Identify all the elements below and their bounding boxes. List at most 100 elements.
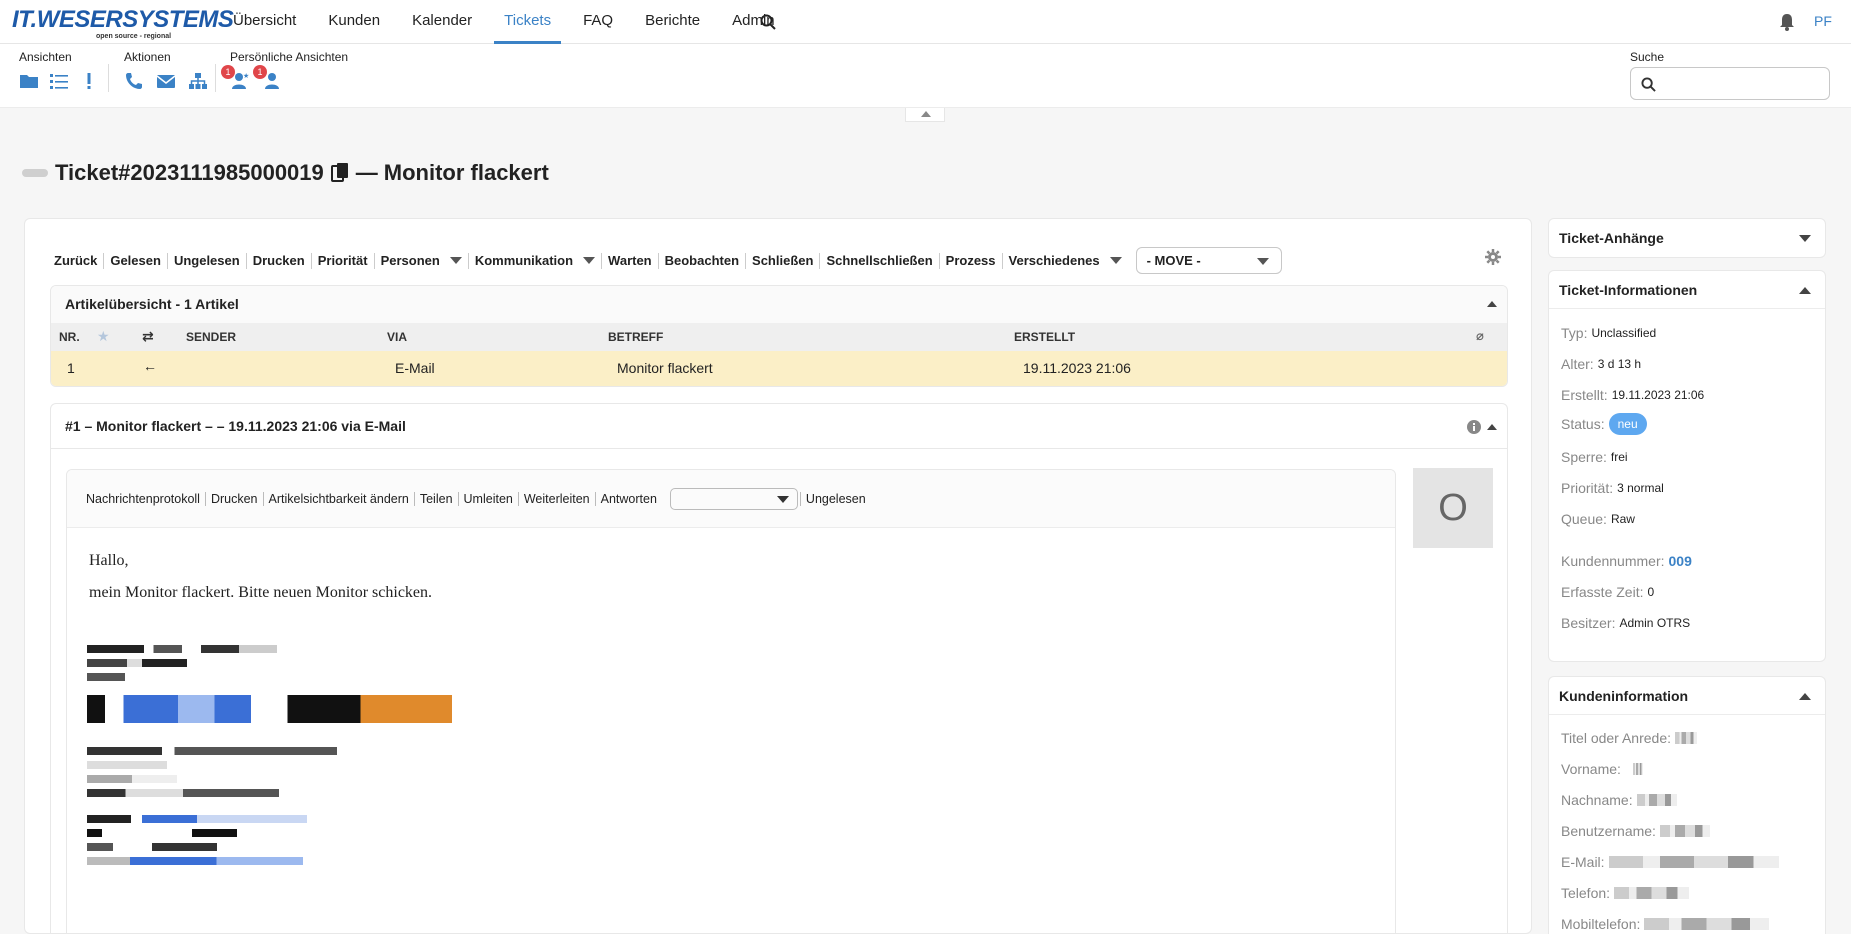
article-action-antworten[interactable]: Antworten bbox=[596, 492, 662, 506]
bell-icon[interactable] bbox=[1779, 13, 1795, 31]
info-label: Erstellt: bbox=[1561, 387, 1608, 403]
action-prioritaet[interactable]: Priorität bbox=[312, 252, 375, 269]
chevron-up-icon[interactable] bbox=[1487, 424, 1497, 430]
ticket-attachments-header[interactable]: Ticket-Anhänge bbox=[1549, 219, 1825, 257]
customer-firstname: Vorname: bbox=[1561, 761, 1643, 777]
user-icon[interactable]: 1 bbox=[253, 65, 282, 90]
article-action-weiterleiten[interactable]: Weiterleiten bbox=[519, 491, 596, 506]
chevron-down-icon bbox=[1109, 257, 1122, 264]
column-sender[interactable]: SENDER bbox=[186, 330, 236, 344]
row-created: 19.11.2023 21:06 bbox=[1023, 360, 1131, 376]
action-ungelesen[interactable]: Ungelesen bbox=[168, 252, 247, 269]
action-beobachten[interactable]: Beobachten bbox=[659, 252, 747, 269]
phone-icon[interactable] bbox=[124, 72, 144, 90]
action-drucken[interactable]: Drucken bbox=[247, 252, 312, 269]
info-value: 3 d 13 h bbox=[1597, 357, 1642, 371]
info-icon[interactable] bbox=[1467, 420, 1481, 434]
list-icon[interactable] bbox=[49, 72, 69, 90]
ticket-information-header[interactable]: Ticket-Informationen bbox=[1549, 271, 1825, 309]
article-action-protokoll[interactable]: Nachrichtenprotokoll bbox=[86, 491, 206, 506]
nav-item-uebersicht[interactable]: Übersicht bbox=[217, 0, 312, 44]
toolbar: Ansichten Aktionen Persönliche Ansichten… bbox=[0, 44, 1851, 108]
article-body: Nachrichtenprotokoll Drucken Artikelsich… bbox=[66, 469, 1396, 934]
copy-icon[interactable] bbox=[330, 162, 350, 184]
article-action-drucken[interactable]: Drucken bbox=[206, 491, 264, 506]
article-overview: Artikelübersicht - 1 Artikel NR. ★ ⇄ SEN… bbox=[50, 285, 1508, 387]
search-input[interactable] bbox=[1630, 67, 1830, 100]
column-via[interactable]: VIA bbox=[387, 330, 407, 344]
page-title: Ticket#2023111985000019 — Monitor flacke… bbox=[55, 160, 549, 186]
chevron-down-icon bbox=[583, 257, 596, 264]
action-schnellschliessen[interactable]: Schnellschließen bbox=[820, 252, 940, 269]
email-greeting: Hallo, bbox=[89, 552, 129, 569]
chevron-up-icon[interactable] bbox=[1799, 693, 1811, 700]
toolbar-collapse-toggle[interactable] bbox=[905, 108, 945, 122]
article-action-umleiten[interactable]: Umleiten bbox=[459, 491, 519, 506]
customer-label: E-Mail: bbox=[1561, 854, 1605, 870]
reply-template-select[interactable] bbox=[669, 487, 798, 510]
action-verschiedenes[interactable]: Verschiedenes bbox=[1003, 253, 1128, 269]
toolbar-group-aktionen: Aktionen bbox=[124, 50, 208, 90]
notification-badge: 1 bbox=[221, 65, 235, 79]
user-star-icon[interactable]: 1 ★ bbox=[221, 65, 250, 90]
action-zurueck[interactable]: Zurück bbox=[54, 252, 105, 269]
article-action-teilen[interactable]: Teilen bbox=[415, 491, 459, 506]
column-nr[interactable]: NR. bbox=[59, 330, 80, 344]
sitemap-icon[interactable] bbox=[188, 72, 208, 90]
star-icon[interactable]: ★ bbox=[97, 328, 110, 345]
article-action-ungelesen[interactable]: Ungelesen bbox=[799, 491, 871, 506]
exclamation-icon[interactable] bbox=[79, 72, 99, 90]
info-label: Besitzer: bbox=[1561, 615, 1616, 631]
ticket-attachments-widget: Ticket-Anhänge bbox=[1548, 218, 1826, 258]
action-gelesen[interactable]: Gelesen bbox=[104, 252, 168, 269]
info-queue: Queue: Raw bbox=[1561, 511, 1635, 527]
chevron-up-icon[interactable] bbox=[1487, 301, 1497, 307]
gear-icon[interactable] bbox=[1485, 249, 1501, 265]
article-header[interactable]: #1 – Monitor flackert – – 19.11.2023 21:… bbox=[51, 404, 1507, 449]
info-kundennummer: Kundennummer: 009 bbox=[1561, 553, 1692, 569]
ticket-action-bar: Zurück Gelesen Ungelesen Drucken Priorit… bbox=[54, 247, 1282, 274]
article-overview-header[interactable]: Artikelübersicht - 1 Artikel bbox=[51, 286, 1507, 323]
info-value: Unclassified bbox=[1591, 326, 1657, 340]
move-select-value: - MOVE - bbox=[1146, 253, 1201, 268]
action-prozess[interactable]: Prozess bbox=[940, 252, 1003, 269]
info-besitzer: Besitzer: Admin OTRS bbox=[1561, 615, 1690, 631]
article-widget: #1 – Monitor flackert – – 19.11.2023 21:… bbox=[50, 403, 1508, 934]
redacted-value bbox=[1636, 794, 1677, 806]
article-action-sichtbarkeit[interactable]: Artikelsichtbarkeit ändern bbox=[264, 491, 415, 506]
folder-icon[interactable] bbox=[19, 72, 39, 90]
action-warten[interactable]: Warten bbox=[602, 252, 659, 269]
info-label: Sperre: bbox=[1561, 449, 1607, 465]
action-label: Verschiedenes bbox=[1008, 252, 1100, 268]
nav-item-tickets[interactable]: Tickets bbox=[488, 0, 567, 44]
customer-number-link[interactable]: 009 bbox=[1669, 553, 1692, 569]
nav-item-admin[interactable]: Admin bbox=[716, 0, 791, 44]
action-personen[interactable]: Personen bbox=[375, 252, 469, 269]
ticket-zoom-panel: Zurück Gelesen Ungelesen Drucken Priorit… bbox=[24, 218, 1532, 934]
direction-icon: ⇄ bbox=[142, 328, 154, 344]
brand-logo[interactable]: IT.WESERSYSTEMS open source - regional bbox=[12, 8, 234, 41]
nav-item-kalender[interactable]: Kalender bbox=[396, 0, 488, 44]
move-queue-select[interactable]: - MOVE - bbox=[1135, 247, 1282, 274]
chevron-down-icon[interactable] bbox=[1799, 235, 1811, 242]
user-menu[interactable]: PF bbox=[1814, 13, 1832, 29]
table-row[interactable]: 1 ← E-Mail Monitor flackert 19.11.2023 2… bbox=[51, 351, 1507, 386]
chevron-up-icon[interactable] bbox=[1799, 287, 1811, 294]
nav-item-berichte[interactable]: Berichte bbox=[629, 0, 716, 44]
info-label: Alter: bbox=[1561, 356, 1594, 372]
search-icon bbox=[1641, 77, 1656, 92]
customer-label: Benutzername: bbox=[1561, 823, 1656, 839]
nav-item-faq[interactable]: FAQ bbox=[567, 0, 629, 44]
nav-item-kunden[interactable]: Kunden bbox=[312, 0, 396, 44]
info-typ: Typ: Unclassified bbox=[1561, 325, 1656, 341]
search-icon[interactable] bbox=[760, 14, 776, 30]
column-subject[interactable]: BETREFF bbox=[608, 330, 663, 344]
action-kommunikation[interactable]: Kommunikation bbox=[469, 252, 603, 269]
action-schliessen[interactable]: Schließen bbox=[746, 252, 821, 269]
row-nr: 1 bbox=[67, 360, 75, 376]
customer-mobile: Mobiltelefon: bbox=[1561, 916, 1770, 932]
widget-title: Kundeninformation bbox=[1559, 688, 1689, 704]
column-created[interactable]: ERSTELLT bbox=[1014, 330, 1075, 344]
envelope-icon[interactable] bbox=[156, 72, 176, 90]
customer-information-header[interactable]: Kundeninformation bbox=[1549, 677, 1825, 715]
